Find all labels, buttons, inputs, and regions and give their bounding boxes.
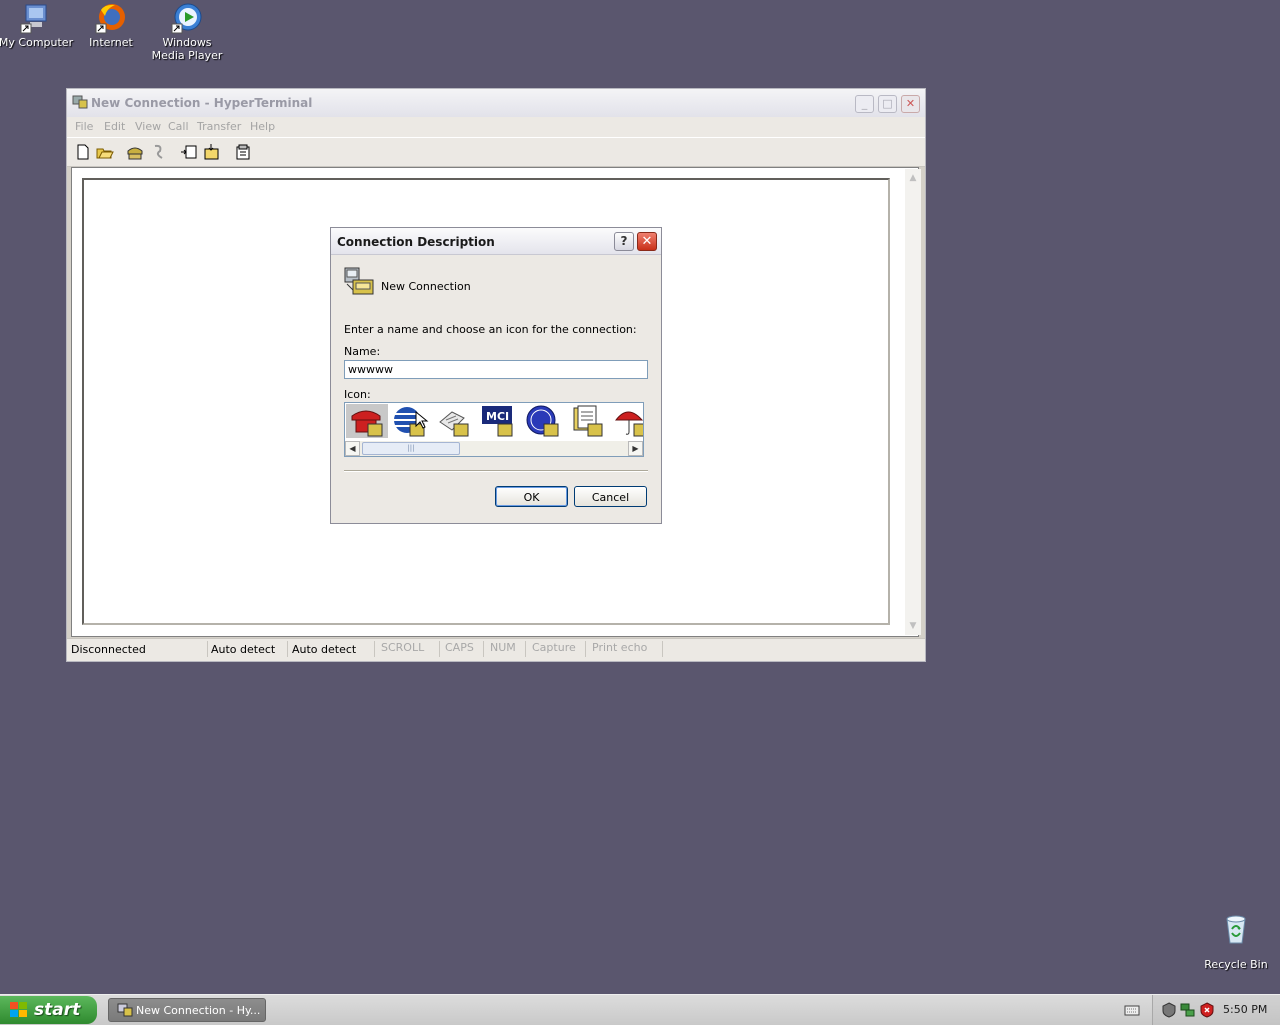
scroll-left-icon[interactable]: ◀ [345, 441, 360, 456]
status-emulation: Auto detect [211, 643, 276, 656]
desktop-icon-recycle-bin[interactable]: Recycle Bin [1204, 913, 1268, 971]
name-input[interactable] [344, 360, 648, 379]
disconnect-icon[interactable] [150, 143, 168, 161]
ge-icon[interactable] [522, 404, 564, 438]
window-title-bar[interactable]: New Connection - HyperTerminal _ □ ✕ [67, 89, 925, 118]
svg-text:MCI: MCI [486, 410, 509, 423]
status-scroll: SCROLL [381, 641, 425, 654]
maximize-button[interactable]: □ [878, 95, 897, 113]
dialog-title: Connection Description [337, 235, 495, 249]
connection-name-text: New Connection [381, 280, 471, 293]
mci-icon[interactable]: MCI [478, 404, 520, 438]
menu-help[interactable]: Help [250, 120, 275, 133]
umbrella-icon[interactable] [610, 404, 643, 438]
minimize-button[interactable]: _ [855, 95, 874, 113]
status-divider [374, 641, 375, 657]
status-print-echo: Print echo [592, 641, 648, 654]
cancel-button[interactable]: Cancel [574, 486, 647, 507]
status-divider [207, 641, 208, 657]
open-icon[interactable] [96, 143, 114, 161]
shield-alert-icon[interactable] [1199, 1002, 1215, 1018]
icon-list[interactable]: MCI ◀ ||| ▶ [344, 402, 644, 457]
start-button[interactable]: start [0, 996, 97, 1024]
menu-call[interactable]: Call [168, 120, 189, 133]
recycle-bin-icon [1226, 915, 1246, 944]
instruction-text: Enter a name and choose an icon for the … [344, 323, 637, 336]
menu-file[interactable]: File [75, 120, 93, 133]
scroll-up-icon[interactable]: ▲ [906, 171, 920, 185]
scroll-thumb[interactable]: ||| [362, 442, 460, 455]
my-computer-icon [20, 2, 52, 34]
close-button[interactable]: ✕ [901, 95, 920, 113]
desktop-icon-label: Windows Media Player [151, 36, 223, 62]
status-divider [287, 641, 288, 657]
desktop-icon-internet[interactable]: Internet [73, 2, 149, 49]
connection-icon [343, 266, 377, 298]
status-divider [483, 641, 484, 657]
network-icon[interactable] [1180, 1002, 1196, 1018]
status-num: NUM [490, 641, 516, 654]
menu-bar: File Edit View Call Transfer Help [67, 117, 925, 137]
icon-label: Icon: [344, 388, 371, 401]
status-capture: Capture [532, 641, 576, 654]
menu-edit[interactable]: Edit [104, 120, 125, 133]
vertical-scrollbar[interactable]: ▲ ▼ [905, 169, 921, 635]
icon-list-scrollbar[interactable]: ◀ ||| ▶ [345, 441, 643, 456]
desktop-icon-label: Recycle Bin [1204, 958, 1268, 971]
start-label: start [34, 1000, 81, 1020]
documents-icon[interactable] [566, 404, 608, 438]
security-center-icon[interactable] [1161, 1002, 1177, 1018]
desktop-icon-label: My Computer [0, 36, 74, 49]
window-title: New Connection - HyperTerminal [91, 96, 313, 110]
status-divider [585, 641, 586, 657]
dialog-title-bar[interactable]: Connection Description ? ✕ [331, 228, 661, 255]
system-tray: 5:50 PM [1152, 995, 1280, 1025]
ok-button[interactable]: OK [495, 486, 568, 507]
status-connection: Disconnected [71, 643, 146, 656]
new-icon[interactable] [74, 143, 92, 161]
windows-logo-icon [10, 1002, 27, 1017]
taskbar: start New Connection - Hy... 5:50 PM [0, 994, 1280, 1025]
toolbar [67, 137, 925, 167]
globe-icon[interactable] [390, 404, 432, 438]
hyperterminal-icon [117, 1003, 133, 1017]
send-icon[interactable] [180, 143, 198, 161]
keyboard-icon[interactable] [1124, 1003, 1140, 1017]
connection-description-dialog: Connection Description ? ✕ New Connectio… [330, 227, 662, 524]
status-bar: Disconnected Auto detect Auto detect SCR… [67, 638, 925, 661]
desktop-icon-label: Internet [89, 36, 133, 49]
help-button[interactable]: ? [614, 232, 634, 251]
menu-transfer[interactable]: Transfer [197, 120, 241, 133]
desktop-icon-media-player[interactable]: Windows Media Player [149, 2, 225, 62]
clock[interactable]: 5:50 PM [1223, 1003, 1267, 1016]
hyperterminal-icon [72, 95, 88, 109]
dialog-divider [344, 470, 648, 472]
taskbar-item-hyperterminal[interactable]: New Connection - Hy... [108, 998, 266, 1022]
menu-view[interactable]: View [135, 120, 161, 133]
fax-icon[interactable] [434, 404, 476, 438]
properties-icon[interactable] [234, 143, 252, 161]
status-port-settings: Auto detect [292, 643, 357, 656]
receive-icon[interactable] [203, 143, 221, 161]
dialog-close-button[interactable]: ✕ [637, 232, 657, 251]
status-divider [439, 641, 440, 657]
name-label: Name: [344, 345, 381, 358]
scroll-down-icon[interactable]: ▼ [906, 619, 920, 633]
status-divider [525, 641, 526, 657]
status-divider [662, 641, 663, 657]
firefox-icon [95, 2, 127, 34]
status-caps: CAPS [445, 641, 474, 654]
scroll-right-icon[interactable]: ▶ [628, 441, 643, 456]
dial-icon[interactable] [126, 143, 144, 161]
media-player-icon [171, 2, 203, 34]
phone-icon[interactable] [346, 404, 388, 438]
taskbar-item-label: New Connection - Hy... [136, 1004, 261, 1017]
desktop-icon-my-computer[interactable]: My Computer [0, 2, 74, 49]
